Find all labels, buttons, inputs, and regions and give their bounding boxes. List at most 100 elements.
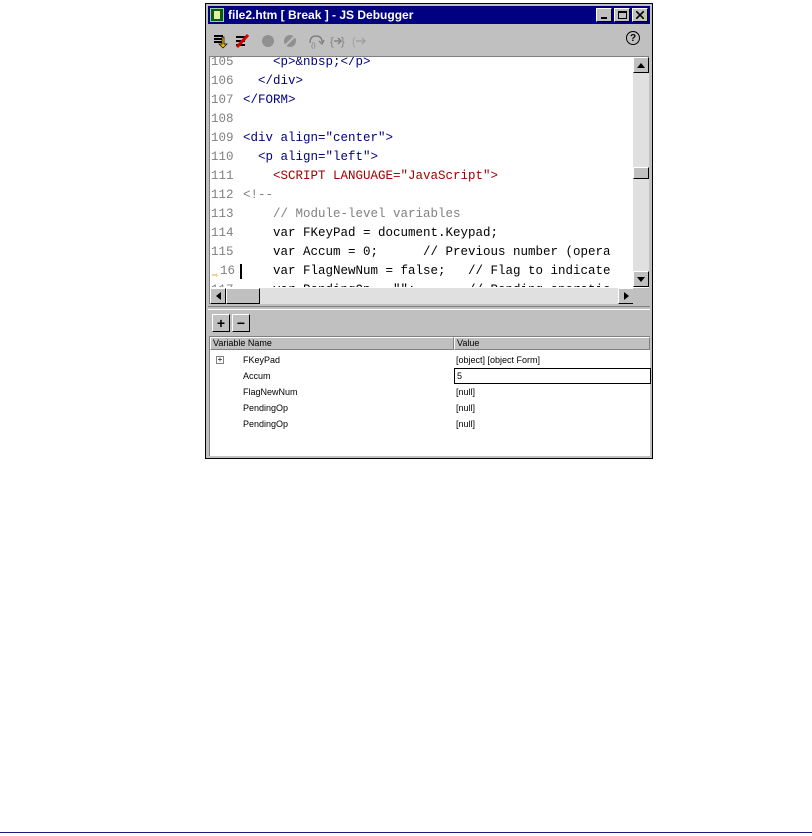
- up-arrow-icon: [637, 62, 645, 68]
- code-line[interactable]: 106 </div>: [210, 72, 634, 91]
- variable-row[interactable]: + FKeyPad [object] [object Form]: [210, 352, 650, 368]
- clear-breakpoint-icon: [284, 35, 296, 47]
- svg-text:(: (: [352, 36, 356, 48]
- line-number: 16: [220, 264, 236, 278]
- variable-value: [null]: [456, 387, 476, 397]
- code-line[interactable]: 110 <p align="left">: [210, 148, 634, 167]
- step-out-button[interactable]: (: [350, 31, 370, 51]
- app-icon: [210, 8, 224, 22]
- code-lines[interactable]: 105 <p>&nbsp;</p> 106 </div> 107 </FORM> 108…: [210, 57, 634, 287]
- code-line[interactable]: 113 // Module-level variables: [210, 205, 634, 224]
- value-edit-field[interactable]: 5: [454, 368, 651, 384]
- variable-name: Accum: [243, 371, 271, 381]
- down-arrow-icon: [637, 276, 645, 282]
- column-header-value[interactable]: Value: [454, 337, 650, 350]
- left-arrow-icon: [215, 292, 221, 300]
- scroll-left-button[interactable]: [210, 288, 226, 304]
- svg-text:{}: {}: [311, 43, 316, 49]
- step-over-button[interactable]: {}: [306, 31, 326, 51]
- stop-icon: [235, 33, 250, 49]
- set-breakpoint-button[interactable]: [258, 31, 278, 51]
- right-arrow-icon: [623, 292, 629, 300]
- code-text: <p>&nbsp;</p>: [243, 57, 371, 69]
- maximize-icon: [617, 11, 627, 19]
- close-button[interactable]: [632, 8, 648, 22]
- variable-value: [null]: [456, 419, 476, 429]
- code-view[interactable]: 105 <p>&nbsp;</p> 106 </div> 107 </FORM> 108…: [209, 56, 649, 304]
- line-number: 113: [211, 207, 234, 221]
- horizontal-scroll-thumb[interactable]: [226, 288, 260, 304]
- remove-watch-button[interactable]: −: [232, 314, 250, 332]
- variable-value: [object] [object Form]: [456, 355, 541, 365]
- variable-name: PendingOp: [243, 403, 289, 413]
- help-button[interactable]: ?: [626, 31, 640, 45]
- toolbar: {} {} ( ?: [208, 28, 650, 54]
- code-line[interactable]: 105 <p>&nbsp;</p>: [210, 57, 634, 72]
- variable-row[interactable]: PendingOp [null]: [210, 400, 650, 416]
- line-number: 112: [211, 188, 234, 202]
- variable-name: FKeyPad: [243, 355, 281, 365]
- expand-icon[interactable]: +: [216, 356, 224, 364]
- horizontal-scrollbar[interactable]: [210, 288, 634, 304]
- title-bar[interactable]: file2.htm [ Break ] - JS Debugger: [208, 6, 650, 24]
- code-line[interactable]: 117 var PendingOp = ""; // Pending opera…: [210, 281, 634, 287]
- variable-name: FlagNewNum: [243, 387, 298, 397]
- code-text: </div>: [243, 74, 304, 88]
- clear-breakpoints-button[interactable]: [280, 31, 300, 51]
- step-over-icon: {}: [309, 35, 325, 49]
- scrollbar-corner: [633, 288, 649, 304]
- close-icon: [636, 11, 644, 19]
- pane-splitter[interactable]: [208, 306, 650, 310]
- code-line[interactable]: 111 <SCRIPT LANGUAGE="JavaScript">: [210, 167, 634, 186]
- scroll-right-button[interactable]: [618, 288, 634, 304]
- variables-header: Variable Name Value: [210, 337, 650, 350]
- step-into-icon: {}: [330, 36, 345, 48]
- code-line[interactable]: 107 </FORM>: [210, 91, 634, 110]
- line-number: 117: [211, 281, 241, 287]
- code-text: // Module-level variables: [243, 207, 461, 221]
- line-number: 111: [211, 169, 234, 183]
- code-text: var FlagNewNum = false; // Flag to indic…: [243, 264, 611, 278]
- minimize-button[interactable]: [596, 8, 612, 22]
- code-text: <div align="center">: [243, 131, 394, 145]
- break-at-next-button[interactable]: [210, 31, 230, 51]
- variable-row[interactable]: Accum 5: [210, 368, 651, 384]
- svg-text:}: }: [341, 36, 345, 48]
- code-line[interactable]: 115 var Accum = 0; // Previous number (o…: [210, 243, 634, 262]
- code-line[interactable]: 114 var FKeyPad = document.Keypad;: [210, 224, 634, 243]
- line-number: 110: [211, 150, 234, 164]
- execution-marker: [240, 264, 242, 279]
- code-line[interactable]: 109 <div align="center">: [210, 129, 634, 148]
- set-breakpoint-icon: [262, 35, 274, 47]
- step-into-button[interactable]: {}: [328, 31, 348, 51]
- debugger-window: file2.htm [ Break ] - JS Debugger {} {}…: [205, 3, 653, 459]
- add-watch-button[interactable]: +: [212, 314, 230, 332]
- minimize-icon: [601, 17, 607, 19]
- code-line[interactable]: 112 <!--: [210, 186, 634, 205]
- code-text: <!--: [243, 188, 274, 202]
- variable-value: [null]: [456, 403, 476, 413]
- maximize-button[interactable]: [614, 8, 630, 22]
- line-number: 108: [211, 112, 234, 126]
- column-header-name[interactable]: Variable Name: [210, 337, 454, 350]
- code-line[interactable]: 108: [210, 110, 634, 129]
- vertical-scrollbar[interactable]: [633, 57, 649, 287]
- code-text: var Accum = 0; // Previous number (opera: [243, 245, 611, 259]
- window-title: file2.htm [ Break ] - JS Debugger: [228, 8, 414, 22]
- variables-panel: Variable Name Value + FKeyPad [object] [ob…: [209, 336, 651, 456]
- scroll-up-button[interactable]: [633, 57, 649, 73]
- scroll-down-button[interactable]: [633, 271, 649, 287]
- step-out-icon: (: [352, 36, 366, 48]
- line-number: 107: [211, 93, 234, 107]
- code-line[interactable]: 16 ⇨ var FlagNewNum = false; // Flag to i…: [210, 262, 634, 282]
- stop-debugging-button[interactable]: [232, 31, 252, 51]
- line-number: 105: [211, 57, 234, 69]
- variable-row[interactable]: PendingOp [null]: [210, 416, 650, 432]
- vertical-scroll-thumb[interactable]: [633, 167, 649, 179]
- code-text: <SCRIPT LANGUAGE="JavaScript">: [243, 169, 499, 183]
- line-number: 115: [211, 245, 234, 259]
- code-text: <p align="left">: [243, 150, 379, 164]
- variable-row[interactable]: FlagNewNum [null]: [210, 384, 650, 400]
- line-number: 114: [211, 226, 234, 240]
- line-number: 106: [211, 74, 234, 88]
